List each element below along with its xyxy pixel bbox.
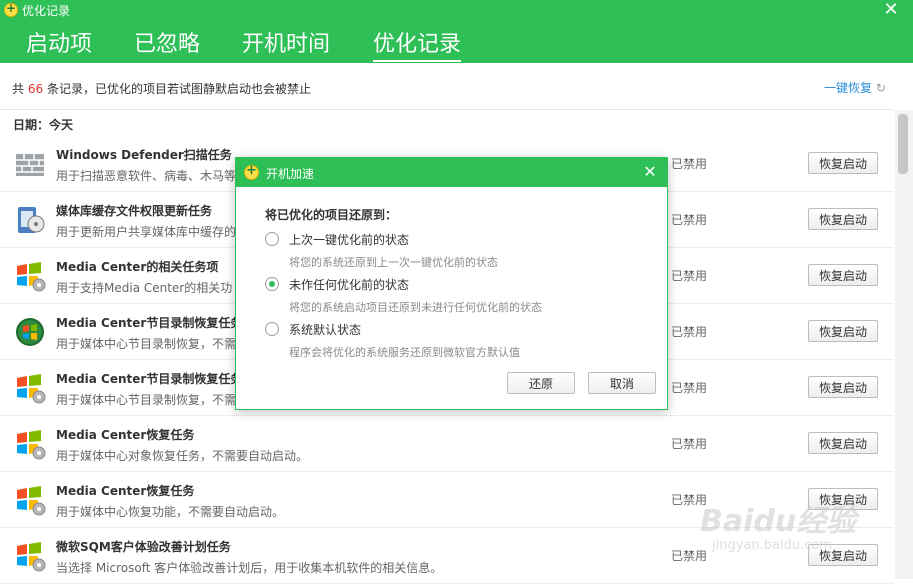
record-description: 当选择 Microsoft 客户体验改善计划后，用于收集本机软件的相关信息。 [56,561,443,575]
record-count: 66 [27,82,44,96]
restore-all-link[interactable]: 一键恢复 ↻ [824,79,886,96]
windows-gear-icon [14,372,46,404]
tab-startup-items[interactable]: 启动项 [26,26,92,58]
summary-prefix: 共 [12,82,25,96]
app-logo-icon [4,1,18,17]
windows-orb-icon [14,316,46,348]
dialog-prompt: 将已优化的项目还原到： [265,208,398,222]
record-name: Media Center节目录制恢复任务 [56,372,243,386]
option-label: 系统默认状态 [289,323,362,337]
restore-startup-button[interactable]: 恢复启动 [808,376,878,398]
record-name: Media Center的相关任务项 [56,260,219,274]
restore-startup-button[interactable]: 恢复启动 [808,208,878,230]
title-bar: 优化记录 ✕ [0,0,913,20]
record-status: 已禁用 [671,269,708,283]
record-description: 用于扫描恶意软件、病毒、木马等 [56,169,237,183]
record-status: 已禁用 [671,213,708,227]
record-description: 用于媒体中心节目录制恢复，不需 [56,337,237,351]
radio-button[interactable] [265,322,279,336]
record-description: 用于支持Media Center的相关功 [56,281,233,295]
wall-icon [14,148,46,180]
record-status: 已禁用 [671,549,708,563]
record-name: Media Center恢复任务 [56,428,195,442]
option-label: 未作任何优化前的状态 [289,278,410,292]
radio-button-selected[interactable] [265,277,279,291]
record-description: 用于更新用户共享媒体库中缓存的 [56,225,237,239]
record-status: 已禁用 [671,381,708,395]
record-name: Windows Defender扫描任务 [56,148,232,162]
app-logo-icon [244,163,259,180]
tab-ignored[interactable]: 已忽略 [134,26,200,58]
record-name: Media Center恢复任务 [56,484,195,498]
windows-gear-icon [14,260,46,292]
record-description: 用于媒体中心节目录制恢复，不需 [56,393,237,407]
record-status: 已禁用 [671,157,708,171]
refresh-icon: ↻ [875,81,886,95]
dialog-title: 开机加速 [266,167,315,181]
list-item: Media Center恢复任务 用于媒体中心对象恢复任务，不需要自动启动。 已… [0,416,893,472]
date-label: 日期：今天 [13,118,74,132]
dialog-header: 开机加速 ✕ [236,158,667,187]
record-name: 微软SQM客户体验改善计划任务 [56,540,231,554]
window-title: 优化记录 [22,4,71,18]
tab-boot-time[interactable]: 开机时间 [242,26,330,58]
option-description: 程序会将优化的系统服务还原到微软官方默认值 [289,346,520,359]
media-library-icon [14,204,46,236]
option-label: 上次一键优化前的状态 [289,233,410,247]
record-description: 用于媒体中心恢复功能，不需要自动启动。 [56,505,285,519]
restore-button[interactable]: 还原 [507,372,575,394]
restore-startup-button[interactable]: 恢复启动 [808,432,878,454]
restore-all-label: 一键恢复 [824,81,873,95]
option-description: 将您的系统还原到上一次一键优化前的状态 [289,256,498,269]
watermark: Baidu经验 [700,504,857,539]
option-description: 将您的系统启动项目还原到未进行任何优化前的状态 [289,301,542,314]
scrollbar-thumb[interactable] [898,114,908,174]
windows-gear-icon [14,540,46,572]
watermark-url: jingyan.baidu.com [712,538,832,553]
windows-gear-icon [14,484,46,516]
restore-startup-button[interactable]: 恢复启动 [808,264,878,286]
tab-optimization-history[interactable]: 优化记录 [373,26,462,62]
record-status: 已禁用 [671,325,708,339]
scrollbar-track[interactable] [895,110,913,579]
restore-startup-button[interactable]: 恢复启动 [808,152,878,174]
radio-button[interactable] [265,232,279,246]
divider [0,109,893,110]
windows-gear-icon [14,428,46,460]
restore-startup-button[interactable]: 恢复启动 [808,320,878,342]
record-name: Media Center节目录制恢复任务 [56,316,243,330]
cancel-button[interactable]: 取消 [588,372,656,394]
record-summary: 共 66 条记录，已优化的项目若试图静默启动也会被禁止 [12,80,311,97]
restore-dialog: 开机加速 ✕ 将已优化的项目还原到： 上次一键优化前的状态 将您的系统还原到上一… [235,157,668,410]
header-bar: 优化记录 ✕ 启动项 已忽略 开机时间 优化记录 [0,0,913,63]
window-close-button[interactable]: ✕ [880,0,902,20]
dialog-close-button[interactable]: ✕ [639,161,661,183]
record-description: 用于媒体中心对象恢复任务，不需要自动启动。 [56,449,309,463]
summary-suffix: 条记录，已优化的项目若试图静默启动也会被禁止 [46,82,311,96]
record-name: 媒体库缓存文件权限更新任务 [56,204,213,218]
record-status: 已禁用 [671,437,708,451]
